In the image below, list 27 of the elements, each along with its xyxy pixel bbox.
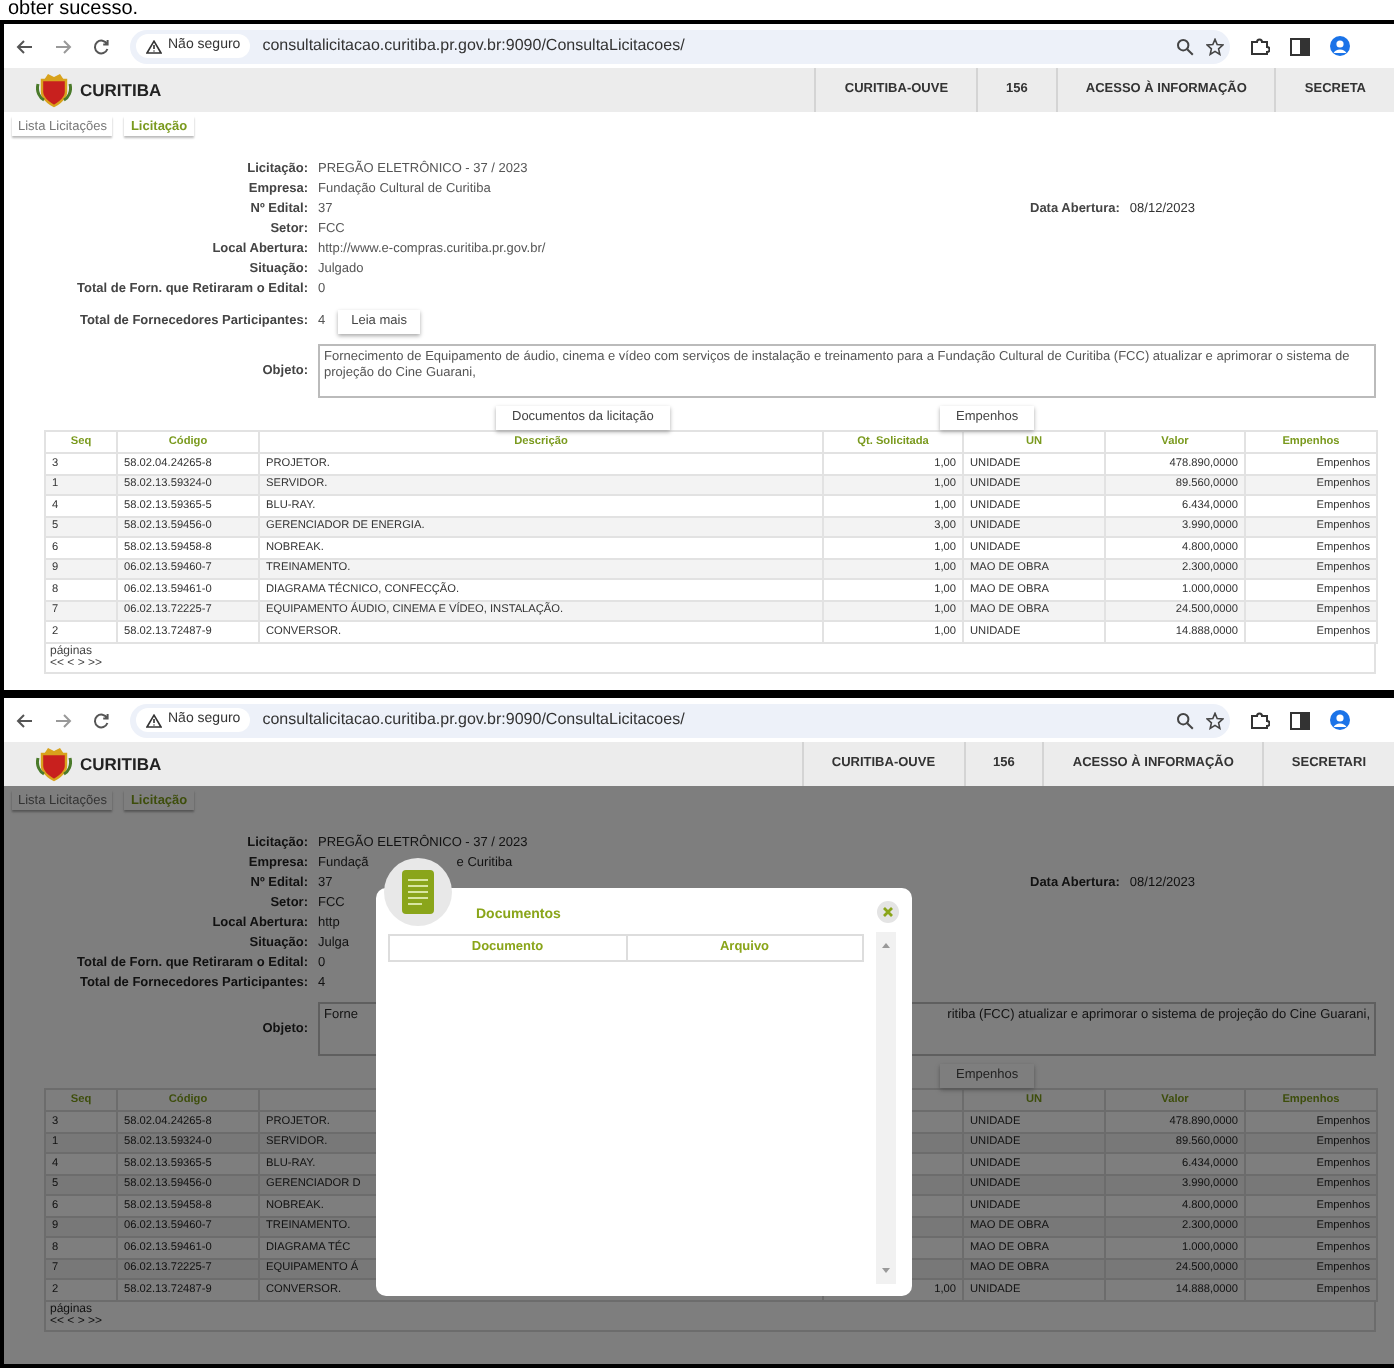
star-icon[interactable] xyxy=(1206,711,1224,729)
puzzle-icon[interactable] xyxy=(1250,36,1270,56)
star-icon[interactable] xyxy=(1206,37,1224,55)
back-icon[interactable] xyxy=(16,711,34,729)
profile-icon[interactable] xyxy=(1330,710,1350,730)
profile-icon[interactable] xyxy=(1330,36,1350,56)
url-text: consultalicitacao.curitiba.pr.gov.br:9090/ConsultaLicitacoes/ xyxy=(262,708,685,732)
close-icon[interactable] xyxy=(876,900,900,924)
caption-text: obter sucesso. xyxy=(6,0,141,20)
brand-name: CURITIBA xyxy=(80,751,162,777)
warning-icon xyxy=(146,713,162,727)
reload-icon[interactable] xyxy=(92,37,110,55)
zoom-icon[interactable] xyxy=(1176,37,1194,55)
side-panel-icon[interactable] xyxy=(1290,711,1310,729)
crest-icon xyxy=(36,72,72,108)
forward-icon[interactable] xyxy=(54,37,72,55)
side-panel-icon[interactable] xyxy=(1290,37,1310,55)
brand-name: CURITIBA xyxy=(80,77,162,103)
url-text: consultalicitacao.curitiba.pr.gov.br:9090/ConsultaLicitacoes/ xyxy=(262,34,685,58)
crest-icon xyxy=(36,746,72,782)
zoom-icon[interactable] xyxy=(1176,711,1194,729)
warning-icon xyxy=(146,39,162,53)
forward-icon[interactable] xyxy=(54,711,72,729)
back-icon[interactable] xyxy=(16,37,34,55)
document-icon xyxy=(384,858,452,926)
puzzle-icon[interactable] xyxy=(1250,710,1270,730)
reload-icon[interactable] xyxy=(92,711,110,729)
